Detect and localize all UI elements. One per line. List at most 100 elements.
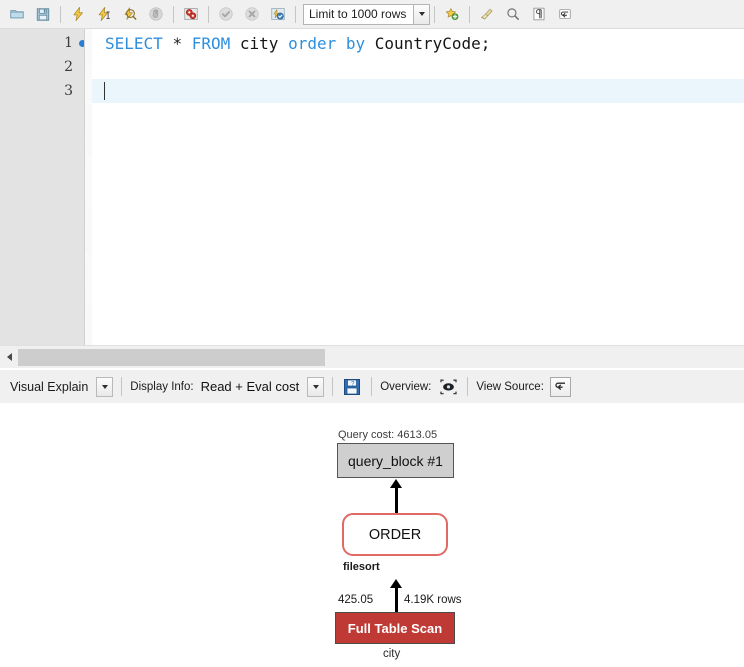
chevron-left-icon <box>7 353 12 361</box>
explain-plan-diagram: Query cost: 4613.05 query_block #1 ORDER… <box>0 403 744 667</box>
toolbar-separator <box>469 6 470 23</box>
display-info-value: Read + Eval cost <box>201 379 300 394</box>
visual-explain-canvas[interactable]: Query cost: 4613.05 query_block #1 ORDER… <box>0 403 744 667</box>
explain-edge-rows-label: 4.19K rows <box>404 594 462 606</box>
invisible-chars-button[interactable] <box>526 2 552 26</box>
arrow-shaft <box>395 587 398 612</box>
sql-identifier: CountryCode; <box>375 34 491 53</box>
execute-current-button[interactable] <box>91 2 117 26</box>
edge-scan-to-order <box>388 579 404 612</box>
display-info-label: Display Info: <box>130 381 193 393</box>
overview-label: Overview: <box>380 381 431 393</box>
gutter-edge-strip <box>84 29 92 345</box>
editor-horizontal-scrollbar[interactable] <box>0 345 744 368</box>
explain-node-order-sublabel: filesort <box>343 561 380 573</box>
chevron-down-icon <box>102 385 108 389</box>
save-snippet-button[interactable] <box>439 2 465 26</box>
toolbar-separator <box>173 6 174 23</box>
scroll-left-button[interactable] <box>0 346 18 369</box>
rollback-button[interactable] <box>239 2 265 26</box>
magnifier-icon <box>506 5 520 23</box>
explain-node-query-block[interactable]: query_block #1 <box>337 443 454 478</box>
line-number: 1 <box>64 35 73 51</box>
open-sql-file-button[interactable] <box>4 2 30 26</box>
pilcrow-icon <box>532 5 546 23</box>
toolbar-separator <box>371 377 372 396</box>
visual-explain-toolbar: Visual Explain Display Info: Read + Eval… <box>0 370 744 403</box>
checkmark-icon <box>219 5 233 23</box>
wrap-arrow-icon <box>553 380 568 393</box>
code-text-area[interactable]: SELECT * FROM city order by CountryCode; <box>92 29 744 345</box>
sql-identifier: city <box>240 34 279 53</box>
floppy-save-icon <box>36 6 50 23</box>
gutter-row: 3 <box>0 79 92 103</box>
toolbar-separator <box>467 377 468 396</box>
save-sql-file-button[interactable] <box>30 2 56 26</box>
beautify-sql-button[interactable] <box>474 2 500 26</box>
line-number: 2 <box>64 59 73 75</box>
line-number: 3 <box>64 83 73 99</box>
row-limit-select[interactable]: Limit to 1000 rows <box>303 4 430 25</box>
explain-mode-dropdown-arrow[interactable] <box>96 377 113 397</box>
toolbar-separator <box>295 6 296 23</box>
explain-node-order[interactable]: ORDER <box>342 513 448 556</box>
eye-focus-icon <box>439 379 458 395</box>
sql-keyword: order <box>288 34 336 53</box>
toolbar-separator <box>434 6 435 23</box>
toolbar-separator <box>332 377 333 396</box>
explain-node-full-table-scan[interactable]: Full Table Scan <box>335 612 455 644</box>
folder-icon <box>10 6 24 22</box>
toggle-stop-on-error-button[interactable] <box>178 2 204 26</box>
toolbar-separator <box>208 6 209 23</box>
explain-mode-select[interactable]: Visual Explain <box>10 377 113 397</box>
code-line[interactable] <box>92 55 744 79</box>
view-source-button[interactable] <box>550 377 571 397</box>
chevron-down-icon <box>313 385 319 389</box>
arrow-shaft <box>395 487 398 513</box>
code-line-active[interactable] <box>92 79 744 103</box>
execute-statement-button[interactable] <box>65 2 91 26</box>
edge-order-to-query-block <box>388 479 404 513</box>
explain-node-table-name: city <box>383 648 400 660</box>
sql-keyword: by <box>346 34 365 53</box>
autocommit-button[interactable] <box>265 2 291 26</box>
toolbar-separator <box>60 6 61 23</box>
view-source-label: View Source: <box>476 381 544 393</box>
mysql-workbench-sql-editor: Limit to 1000 rows <box>0 0 744 667</box>
stop-hand-icon <box>149 5 163 23</box>
row-limit-value: Limit to 1000 rows <box>303 4 413 25</box>
explain-edge-cost-label: 425.05 <box>338 594 373 606</box>
stop-query-button[interactable] <box>143 2 169 26</box>
cross-icon <box>245 5 259 23</box>
wrap-lines-button[interactable] <box>552 2 578 26</box>
export-explain-button[interactable]: ? <box>341 376 363 397</box>
wrap-arrow-icon <box>558 5 572 23</box>
scrollbar-track[interactable] <box>18 349 744 366</box>
find-button[interactable] <box>500 2 526 26</box>
scrollbar-thumb[interactable] <box>18 349 325 366</box>
broom-icon <box>480 5 494 23</box>
sql-editor-toolbar: Limit to 1000 rows <box>0 0 744 29</box>
sql-keyword: FROM <box>192 34 231 53</box>
star-add-icon <box>445 5 459 23</box>
display-info-dropdown-arrow[interactable] <box>307 377 324 397</box>
sql-keyword: SELECT <box>105 34 163 53</box>
lightning-magnifier-icon <box>123 5 137 23</box>
explain-mode-value: Visual Explain <box>10 380 88 394</box>
lightning-check-icon <box>271 5 285 23</box>
toolbar-separator <box>121 377 122 396</box>
explain-statement-button[interactable] <box>117 2 143 26</box>
commit-button[interactable] <box>213 2 239 26</box>
sql-code-editor[interactable]: 1 2 3 SELECT * FROM city <box>0 29 744 345</box>
sql-operator: * <box>172 34 182 53</box>
gutter-row: 1 <box>0 31 92 55</box>
display-info-select[interactable]: Read + Eval cost <box>194 377 325 397</box>
row-limit-dropdown-arrow[interactable] <box>413 4 430 25</box>
floppy-question-icon: ? <box>343 378 361 396</box>
overview-toggle-button[interactable] <box>437 376 459 397</box>
code-line[interactable]: SELECT * FROM city order by CountryCode; <box>92 31 744 55</box>
query-cost-label: Query cost: 4613.05 <box>338 429 437 441</box>
gutter-row: 2 <box>0 55 92 79</box>
line-number-gutter: 1 2 3 <box>0 29 92 345</box>
red-circles-icon <box>184 5 198 23</box>
